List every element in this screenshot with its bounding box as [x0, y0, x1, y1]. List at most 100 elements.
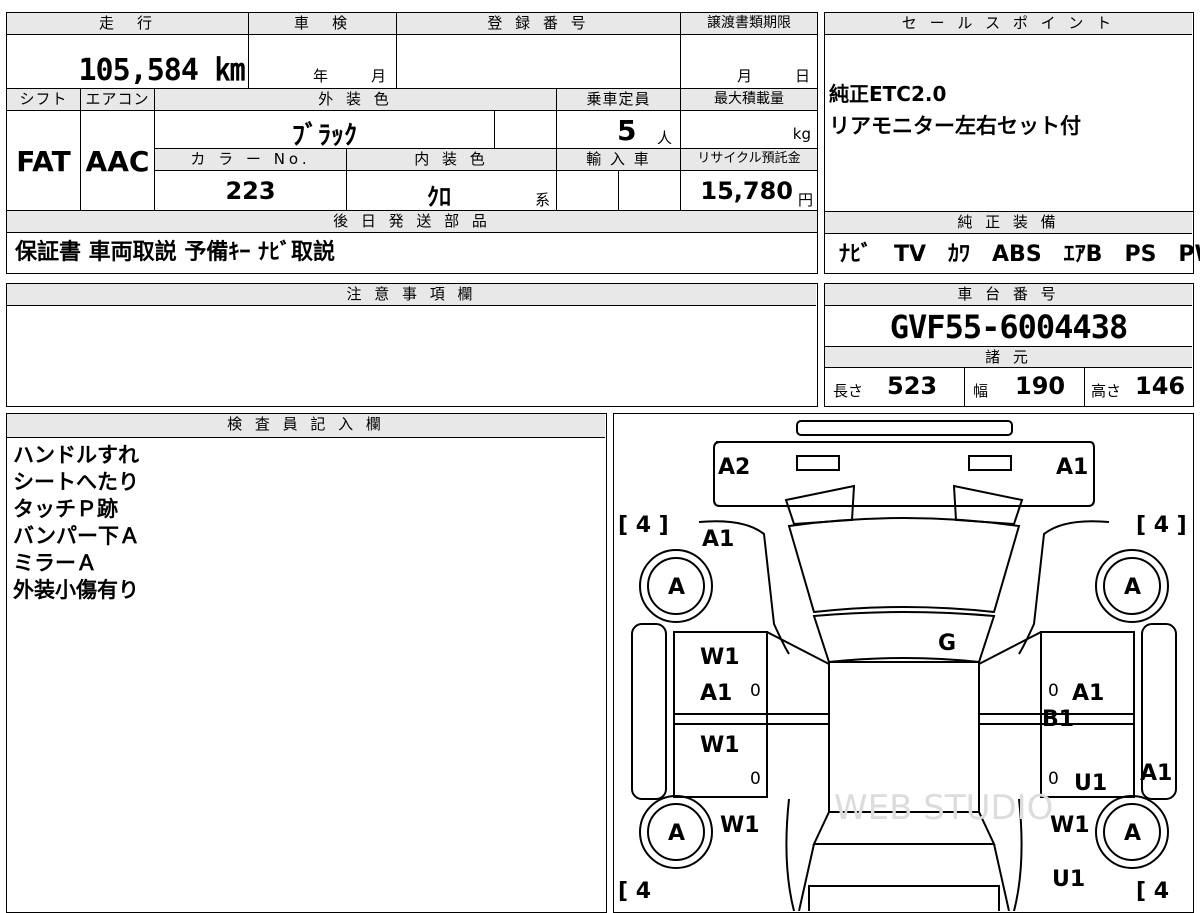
transfer-day-label: 日	[795, 67, 811, 85]
zero-mark-2: 0	[750, 769, 761, 789]
shift-cell: FAT	[7, 111, 81, 211]
mark-hood-left: A1	[702, 527, 734, 552]
mark-side-r: A1	[1140, 761, 1172, 786]
recycle-unit: 円	[797, 191, 813, 209]
shaken-month-label: 月	[371, 67, 387, 85]
recycle-header: リサイクル預託金	[681, 149, 817, 171]
equipment-panel: 純 正 装 備 ﾅﾋﾞ TV ｶﾜ ABS ｴｱB PS PW	[824, 211, 1200, 274]
mark-rear-right: W1	[1050, 813, 1090, 838]
ac-cell: AAC	[81, 111, 155, 211]
zero-mark-1: 0	[750, 681, 761, 701]
reg-no-header: 登 録 番 号	[397, 13, 681, 35]
recycle-cell: 15,780 円	[681, 171, 817, 211]
mark-pillar-r: B1	[1042, 707, 1074, 732]
width-cell: 幅 190	[965, 368, 1085, 406]
length-label: 長さ	[833, 382, 864, 400]
color-no-header: カ ラ ー No.	[155, 149, 347, 171]
height-label: 高さ	[1091, 382, 1122, 400]
import-cell-b	[619, 171, 681, 211]
inspector-line-3: タッチＰ跡	[13, 497, 118, 521]
max-load-cell: kg	[681, 111, 817, 149]
capacity-header: 乗車定員	[557, 89, 681, 111]
reg-no-cell	[397, 35, 681, 89]
mark-front-right: A1	[1056, 455, 1088, 480]
parts-header: 後 日 発 送 部 品	[7, 211, 817, 233]
chassis-panel: 車 台 番 号 GVF55-6004438 諸 元 長さ 523 幅 190 高…	[824, 283, 1194, 407]
max-load-header: 最大積載量	[681, 89, 817, 111]
sales-point-line-2: リアモニター左右セット付	[829, 114, 1081, 138]
ext-color-extra-cell	[495, 111, 557, 149]
mileage-value: 105,584 ㎞	[78, 53, 245, 88]
mark-bracket-br: [ 4	[1136, 879, 1169, 904]
shift-value: FAT	[16, 145, 71, 178]
mark-tire-rr: A	[1124, 821, 1141, 846]
ext-color-header: 外 装 色	[155, 89, 557, 111]
zero-mark-4: 0	[1048, 769, 1059, 789]
width-label: 幅	[973, 382, 989, 400]
capacity-value: 5	[617, 114, 637, 147]
mark-roof: G	[938, 631, 956, 656]
int-color-value: ｸﾛ	[427, 183, 451, 211]
mileage-header: 走 行	[7, 13, 249, 35]
inspector-header: 検 査 員 記 入 欄	[7, 414, 605, 438]
notes-panel: 注 意 事 項 欄	[6, 283, 818, 407]
equipment-items: ﾅﾋﾞ TV ｶﾜ ABS ｴｱB PS PW	[839, 242, 1200, 267]
shaken-cell: 年 月	[249, 35, 397, 89]
shaken-year-label: 年	[313, 67, 329, 85]
height-cell: 高さ 146	[1085, 368, 1191, 406]
mark-door-rr: U1	[1074, 771, 1107, 796]
sales-point-header: セ ー ル ス ポ イ ン ト	[825, 13, 1192, 35]
int-color-cell: ｸﾛ 系	[347, 171, 557, 211]
max-load-unit: kg	[792, 125, 811, 143]
inspector-line-5: ミラーＡ	[13, 551, 97, 575]
zero-mark-3: 0	[1048, 681, 1059, 701]
capacity-cell: 5 人	[557, 111, 681, 149]
damage-diagram-panel: WEB STUDIO A2 A1 A1 A A A A [ 4 ] [ 4 ] …	[613, 413, 1194, 913]
import-cell-a	[557, 171, 619, 211]
import-header: 輸 入 車	[557, 149, 681, 171]
shift-header: シフト	[7, 89, 81, 111]
inspector-line-1: ハンドルすれ	[13, 443, 139, 467]
height-value: 146	[1135, 372, 1186, 400]
mark-front-left: A2	[718, 455, 750, 480]
transfer-deadline-header: 譲渡書類期限	[681, 13, 817, 35]
parts-value: 保証書 車両取説 予備ｷｰ ﾅﾋﾞ取説	[15, 240, 335, 265]
length-value: 523	[887, 372, 938, 400]
sales-point-line-1: 純正ETC2.0	[829, 82, 947, 106]
shaken-header: 車 検	[249, 13, 397, 35]
car-outline-diagram: WEB STUDIO A2 A1 A1 A A A A [ 4 ] [ 4 ] …	[618, 420, 1187, 911]
color-no-value: 223	[225, 177, 276, 205]
vehicle-info-panel: 走 行 車 検 登 録 番 号 譲渡書類期限 105,584 ㎞ 年 月 月 日…	[6, 12, 818, 274]
mark-tire-fl: A	[668, 575, 685, 600]
inspector-line-2: シートへたり	[13, 470, 139, 494]
mark-rear-bottom-right: U1	[1052, 867, 1085, 892]
mark-door-fl-1: W1	[700, 645, 740, 670]
inspector-panel: 検 査 員 記 入 欄 ハンドルすれ シートへたり タッチＰ跡 バンパー下Ａ ミ…	[6, 413, 607, 913]
mark-bracket-tr: [ 4 ]	[1136, 513, 1187, 538]
notes-header: 注 意 事 項 欄	[7, 284, 816, 306]
mark-door-fl-2: A1	[700, 681, 732, 706]
int-color-suffix: 系	[535, 191, 551, 209]
mark-bracket-bl: [ 4	[618, 879, 651, 904]
ext-color-cell: ﾌﾞﾗｯｸ	[155, 111, 495, 151]
width-value: 190	[1015, 372, 1066, 400]
transfer-deadline-cell: 月 日	[681, 35, 817, 89]
chassis-number: GVF55-6004438	[889, 308, 1128, 346]
watermark-text: WEB STUDIO	[834, 788, 1053, 828]
mark-door-rl: W1	[700, 733, 740, 758]
inspector-line-4: バンパー下Ａ	[13, 524, 141, 548]
mark-tire-rl: A	[668, 821, 685, 846]
color-no-cell: 223	[155, 171, 347, 211]
mark-rear-left: W1	[720, 813, 760, 838]
specs-header: 諸 元	[825, 346, 1192, 368]
ext-color-value: ﾌﾞﾗｯｸ	[291, 121, 357, 151]
mark-bracket-tl: [ 4 ]	[618, 513, 669, 538]
mileage-cell: 105,584 ㎞	[7, 35, 249, 89]
int-color-header: 内 装 色	[347, 149, 557, 171]
equipment-header: 純 正 装 備	[825, 212, 1192, 234]
sales-point-panel: セ ー ル ス ポ イ ン ト 純正ETC2.0 リアモニター左右セット付	[824, 12, 1194, 212]
chassis-header: 車 台 番 号	[825, 284, 1192, 306]
length-cell: 長さ 523	[825, 368, 965, 406]
mark-tire-fr: A	[1124, 575, 1141, 600]
recycle-value: 15,780	[700, 177, 793, 205]
